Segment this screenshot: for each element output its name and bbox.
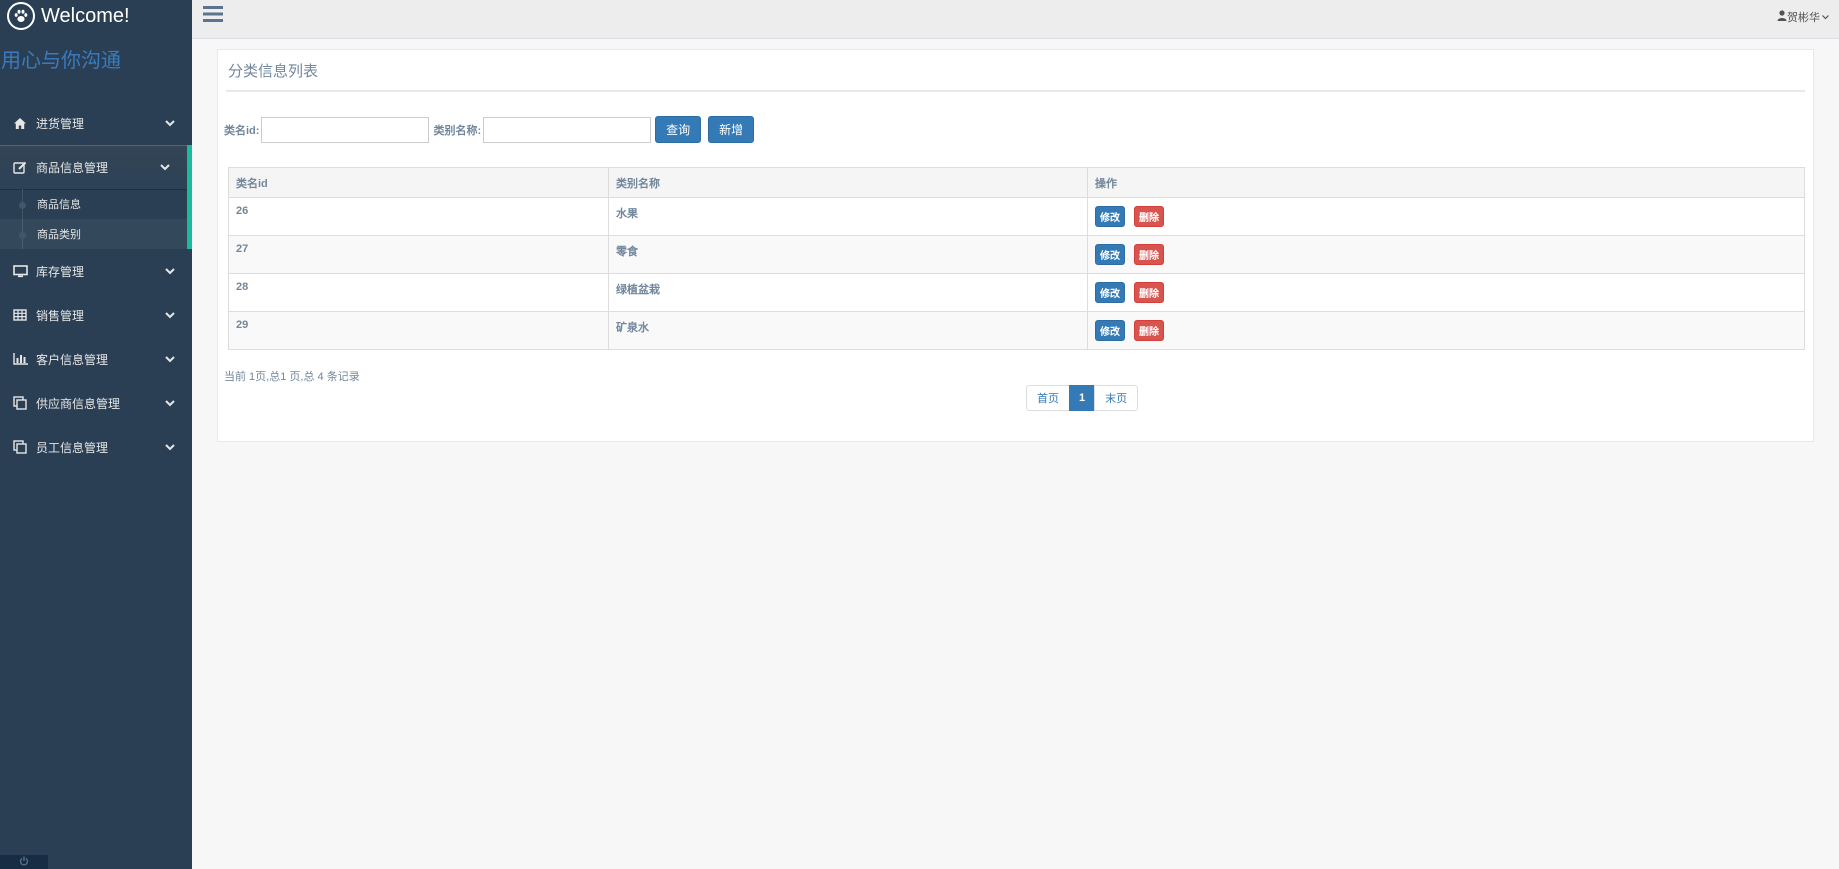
menu-label: 销售管理 [36, 308, 85, 323]
cell-id: 28 [228, 273, 609, 312]
menu-link-customers[interactable]: 客户信息管理 [0, 337, 192, 381]
query-button[interactable]: 查询 [655, 116, 702, 143]
category-table: 类名id 类别名称 操作 26 水果 修改 删除 27 零食 修改 删除 28 … [228, 167, 1805, 350]
table-row: 28 绿植盆栽 修改 删除 [228, 273, 1805, 312]
column-header-id: 类名id [228, 167, 609, 198]
table-row: 26 水果 修改 删除 [228, 197, 1805, 236]
clone-icon [12, 439, 28, 455]
search-form: 类名id: 类别名称: 查询 新增 [224, 116, 761, 143]
menu-toggle-icon[interactable] [203, 5, 223, 23]
menu-link-sales[interactable]: 销售管理 [0, 293, 192, 337]
slogan: 用心与你沟通 [1, 50, 121, 72]
chevron-down-icon [165, 440, 175, 454]
menu-label: 供应商信息管理 [36, 396, 121, 411]
top-nav: 贺彬华 [192, 0, 1839, 39]
cell-actions: 修改 删除 [1087, 197, 1805, 236]
menu-item-goods: 商品信息管理 商品信息 商品类别 [0, 145, 192, 249]
column-header-name: 类别名称 [608, 167, 1088, 198]
delete-button[interactable]: 删除 [1134, 206, 1164, 227]
brand-title: Welcome! [41, 4, 130, 27]
chevron-down-icon [160, 160, 170, 174]
cell-name: 水果 [608, 197, 1088, 236]
cell-name: 零食 [608, 235, 1088, 274]
chevron-down-icon [165, 308, 175, 322]
category-id-label: 类名id: [224, 124, 260, 137]
chevron-down-icon [1822, 11, 1829, 23]
sidebar: Welcome! 用心与你沟通 进货管理 商品信息管理 商品信息 商品类别 库存… [0, 0, 192, 869]
bar-chart-icon [12, 351, 28, 367]
cell-name: 矿泉水 [608, 311, 1088, 350]
table-header-row: 类名id 类别名称 操作 [228, 167, 1805, 198]
submenu-goods: 商品信息 商品类别 [0, 189, 192, 249]
pagination: 首页 1 末页 [1026, 385, 1139, 411]
brand[interactable]: Welcome! [0, 0, 192, 32]
menu-item-employees: 员工信息管理 [0, 425, 192, 469]
chevron-down-icon [165, 352, 175, 366]
submenu-item-goods-category[interactable]: 商品类别 [0, 219, 187, 249]
category-panel: 分类信息列表 类名id: 类别名称: 查询 新增 类名id 类别名称 操作 26… [217, 49, 1814, 442]
home-icon [12, 115, 28, 131]
edit-icon [12, 159, 28, 175]
delete-button[interactable]: 删除 [1134, 282, 1164, 303]
menu-link-suppliers[interactable]: 供应商信息管理 [0, 381, 192, 425]
column-header-actions: 操作 [1087, 167, 1805, 198]
table-icon [12, 307, 28, 323]
delete-button[interactable]: 删除 [1134, 320, 1164, 341]
cell-name: 绿植盆栽 [608, 273, 1088, 312]
menu-item-purchase: 进货管理 [0, 101, 192, 145]
submenu-item-goods-info[interactable]: 商品信息 [0, 189, 187, 219]
power-icon [19, 855, 29, 869]
record-summary: 当前 1页,总1 页,总 4 条记录 [224, 371, 360, 383]
menu-item-suppliers: 供应商信息管理 [0, 381, 192, 425]
first-page-link[interactable]: 首页 [1026, 385, 1070, 411]
edit-button[interactable]: 修改 [1095, 282, 1125, 303]
cell-id: 27 [228, 235, 609, 274]
user-name: 贺彬华 [1787, 12, 1820, 24]
category-id-input[interactable] [261, 116, 430, 143]
menu-link-purchase[interactable]: 进货管理 [0, 101, 192, 145]
edit-button[interactable]: 修改 [1095, 206, 1125, 227]
chevron-down-icon [165, 116, 175, 130]
edit-button[interactable]: 修改 [1095, 244, 1125, 265]
menu-link-employees[interactable]: 员工信息管理 [0, 425, 192, 469]
menu-link-inventory[interactable]: 库存管理 [0, 249, 192, 293]
clone-icon [12, 395, 28, 411]
cell-id: 26 [228, 197, 609, 236]
menu-label: 商品信息管理 [36, 160, 109, 175]
cell-actions: 修改 删除 [1087, 311, 1805, 350]
menu-label: 库存管理 [36, 264, 85, 279]
table-row: 29 矿泉水 修改 删除 [228, 311, 1805, 350]
cell-actions: 修改 删除 [1087, 273, 1805, 312]
menu-label: 员工信息管理 [36, 440, 109, 455]
menu-label: 进货管理 [36, 116, 85, 131]
menu-label: 客户信息管理 [36, 352, 109, 367]
cell-actions: 修改 删除 [1087, 235, 1805, 274]
side-menu: 进货管理 商品信息管理 商品信息 商品类别 库存管理 销售管理 客户信息管理 供… [0, 101, 192, 469]
edit-button[interactable]: 修改 [1095, 320, 1125, 341]
user-menu[interactable]: 贺彬华 [1777, 9, 1829, 25]
chevron-down-icon [165, 396, 175, 410]
cell-id: 29 [228, 311, 609, 350]
category-name-input[interactable] [483, 116, 652, 143]
paw-icon [7, 2, 35, 30]
last-page-link[interactable]: 末页 [1094, 385, 1139, 411]
category-name-label: 类别名称: [433, 124, 482, 137]
delete-button[interactable]: 删除 [1134, 244, 1164, 265]
menu-link-goods[interactable]: 商品信息管理 [0, 145, 192, 189]
menu-item-inventory: 库存管理 [0, 249, 192, 293]
chevron-down-icon [165, 264, 175, 278]
table-row: 27 零食 修改 删除 [228, 235, 1805, 274]
add-button[interactable]: 新增 [708, 116, 755, 143]
page-link-current[interactable]: 1 [1069, 385, 1096, 411]
user-icon [1777, 10, 1787, 24]
desktop-icon [12, 263, 28, 279]
menu-item-sales: 销售管理 [0, 293, 192, 337]
menu-item-customers: 客户信息管理 [0, 337, 192, 381]
logout-button[interactable] [0, 855, 48, 869]
panel-title: 分类信息列表 [226, 50, 1805, 92]
